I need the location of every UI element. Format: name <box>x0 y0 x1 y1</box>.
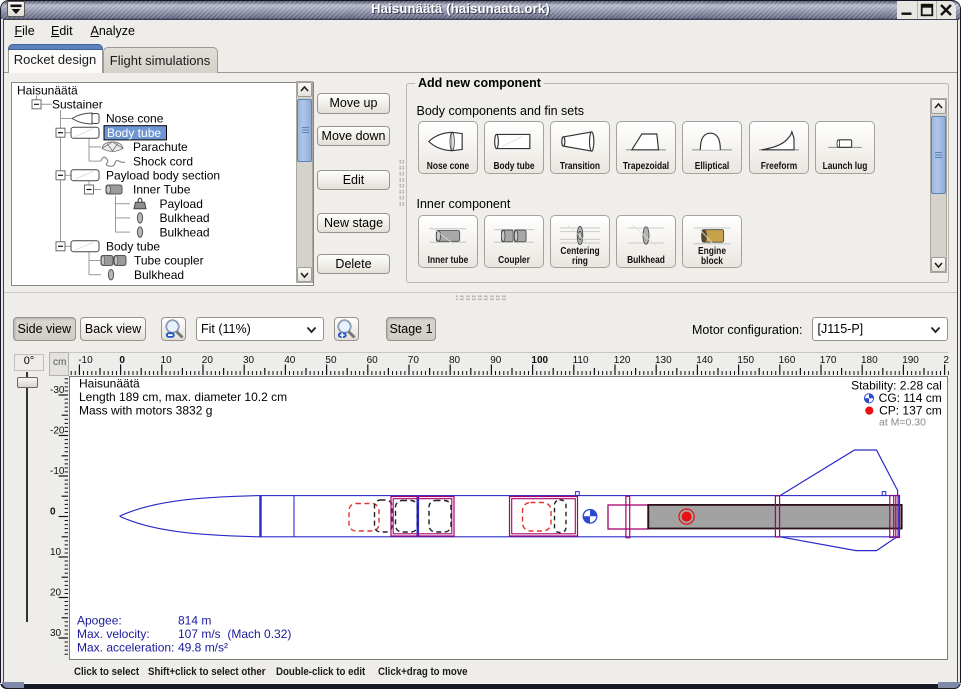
svg-text:Mass with motors 3832 g: Mass with motors 3832 g <box>79 404 212 418</box>
svg-text:49.8 m/s²: 49.8 m/s² <box>178 641 228 655</box>
svg-text:814 m: 814 m <box>178 614 211 628</box>
svg-text:Max. velocity:: Max. velocity: <box>77 627 150 641</box>
svg-text:CP: 137 cm: CP: 137 cm <box>879 404 942 418</box>
svg-text:at M=0.30: at M=0.30 <box>879 417 926 429</box>
svg-text:Length 189 cm, max. diameter 1: Length 189 cm, max. diameter 10.2 cm <box>79 390 287 404</box>
svg-text:Max. acceleration:: Max. acceleration: <box>77 641 174 655</box>
svg-text:Haisunäätä: Haisunäätä <box>79 377 140 391</box>
svg-text:107 m/s (Mach 0.32): 107 m/s (Mach 0.32) <box>178 627 291 641</box>
svg-text:Apogee:: Apogee: <box>77 614 122 628</box>
